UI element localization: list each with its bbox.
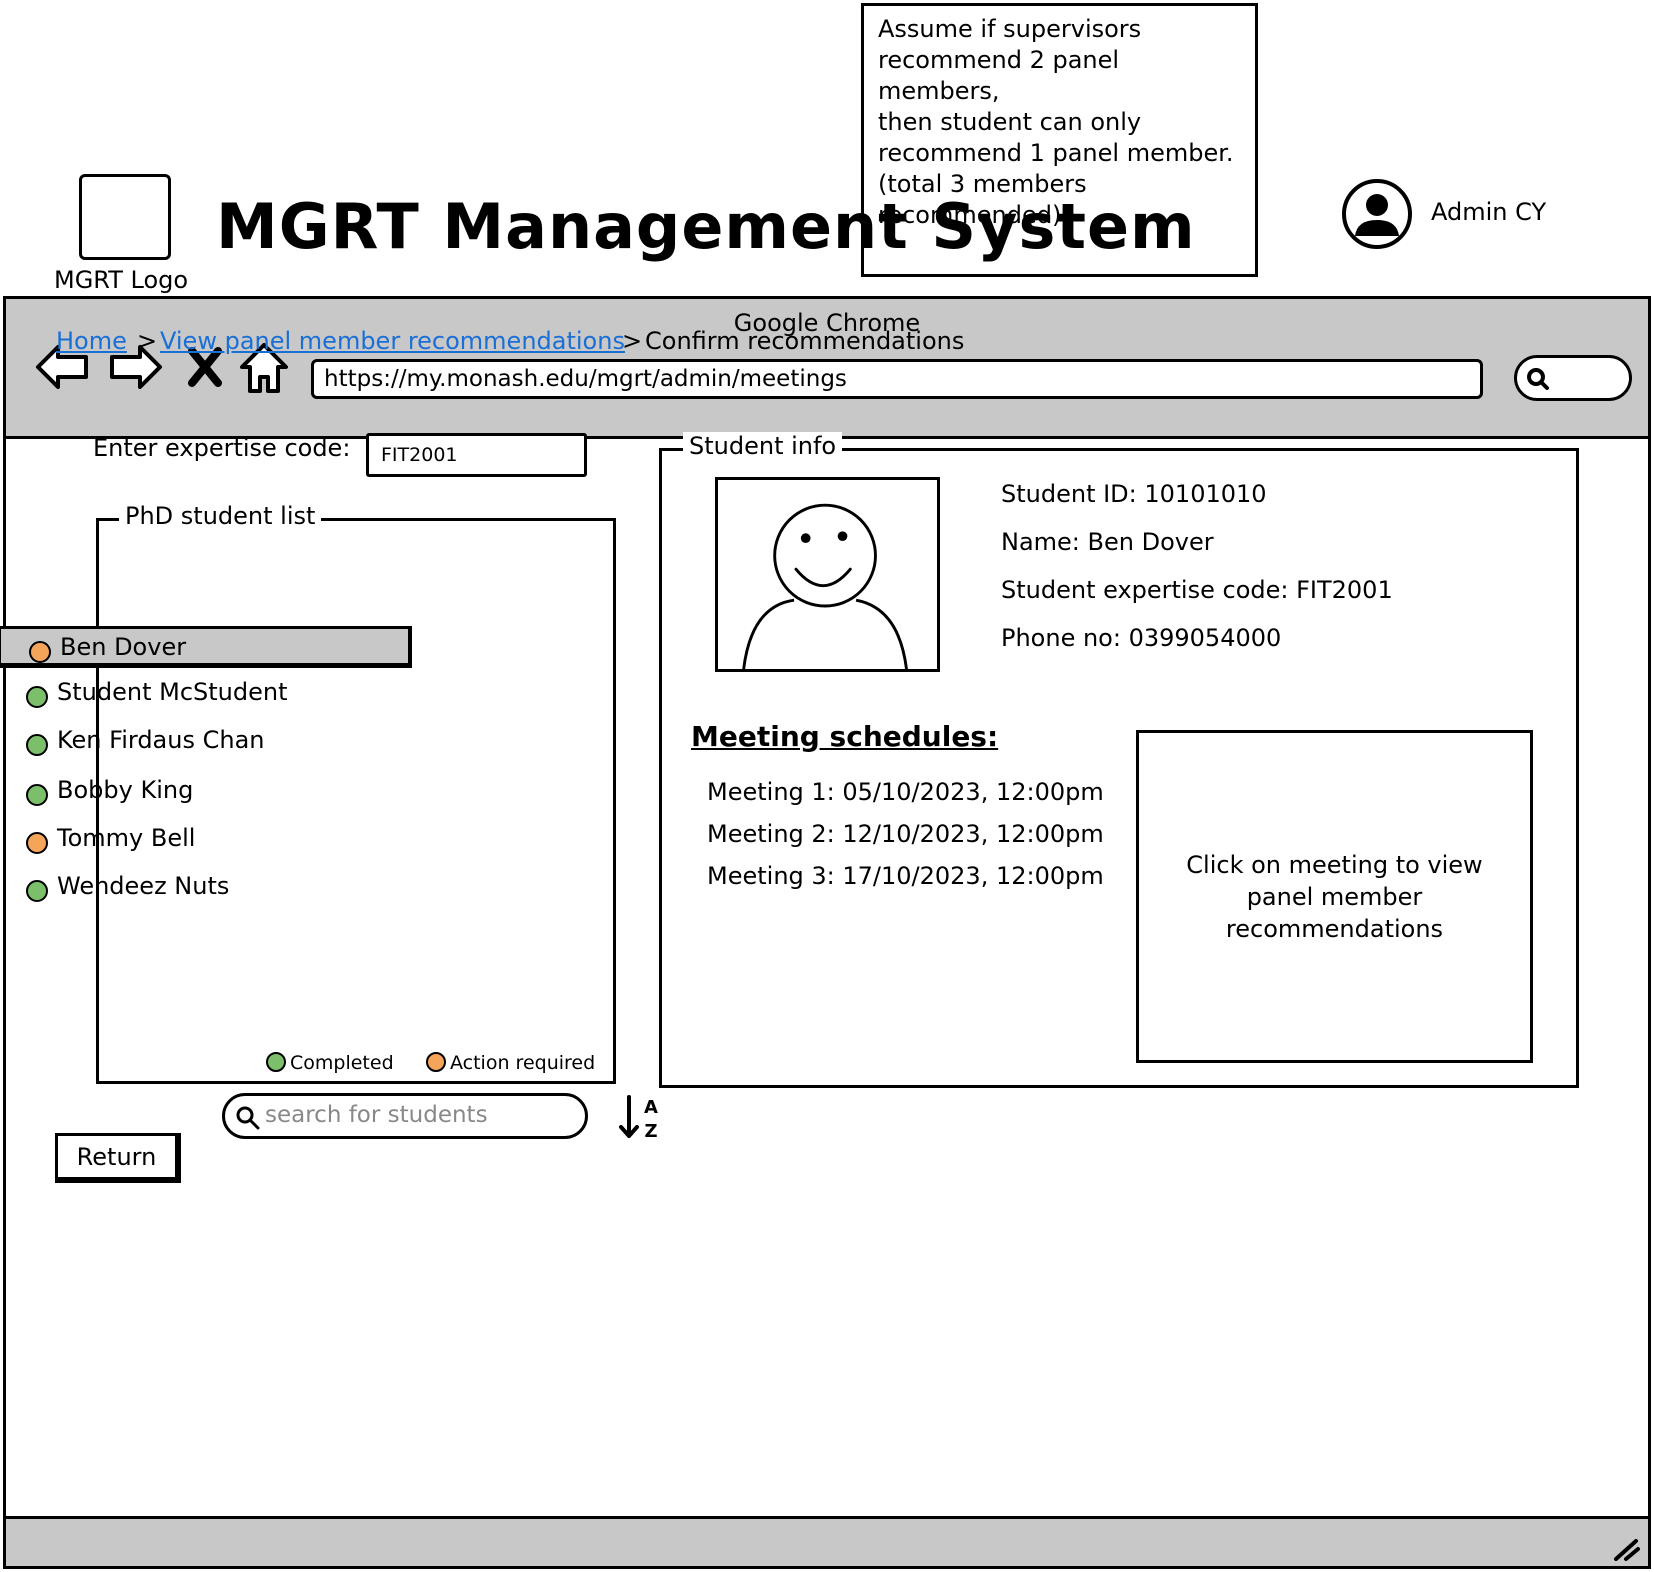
- student-name: Ken Firdaus Chan: [57, 726, 265, 754]
- note-line: recommend 2 panel members,: [878, 46, 1120, 105]
- student-photo-placeholder: [715, 477, 940, 672]
- student-list-legend: PhD student list: [119, 502, 322, 530]
- return-button[interactable]: Return: [55, 1133, 181, 1183]
- breadcrumb-separator: >: [137, 327, 158, 355]
- expertise-code-label: Enter expertise code:: [93, 434, 351, 462]
- completed-status-icon: [26, 734, 48, 756]
- meeting-link-2[interactable]: Meeting 2: 12/10/2023, 12:00pm: [707, 820, 1104, 848]
- student-name-info: Name: Ben Dover: [1001, 528, 1214, 556]
- expertise-code-input[interactable]: FIT2001: [366, 433, 587, 477]
- svg-text:Z: Z: [644, 1121, 657, 1141]
- action-required-status-icon: [26, 832, 48, 854]
- user-name[interactable]: Admin CY: [1431, 198, 1546, 226]
- browser-search-field[interactable]: [1514, 355, 1632, 401]
- note-line: Assume if supervisors: [878, 15, 1142, 43]
- student-name: Bobby King: [57, 776, 194, 804]
- page-title: MGRT Management System: [216, 190, 1196, 263]
- breadcrumb-home-link[interactable]: Home: [56, 327, 127, 355]
- student-row[interactable]: Ken Firdaus Chan: [0, 722, 412, 764]
- completed-key-label: Completed: [290, 1052, 394, 1074]
- completed-status-icon: [266, 1052, 286, 1072]
- note-line: then student can only: [878, 108, 1142, 136]
- browser-toolbar: Google Chrome https://my.monash.edu/mgrt…: [6, 299, 1648, 439]
- breadcrumb-current: Confirm recommendations: [645, 327, 965, 355]
- logo-placeholder: [79, 174, 171, 260]
- completed-status-icon: [26, 686, 48, 708]
- sort-az-icon[interactable]: A Z: [617, 1093, 665, 1141]
- student-row[interactable]: Wendeez Nuts: [0, 868, 412, 910]
- panel-recommendations-box: Click on meeting to view panel member re…: [1136, 730, 1533, 1063]
- student-name: Wendeez Nuts: [57, 872, 230, 900]
- student-name: Student McStudent: [57, 678, 288, 706]
- search-icon: [1527, 368, 1549, 390]
- browser-status-bar: [6, 1516, 1648, 1566]
- resize-handle-icon[interactable]: [1612, 1537, 1642, 1563]
- student-name: Ben Dover: [60, 633, 187, 661]
- action-required-status-icon: [426, 1052, 446, 1072]
- completed-status-icon: [26, 880, 48, 902]
- action-required-key: Action required: [426, 1052, 595, 1074]
- student-row[interactable]: Student McStudent: [0, 674, 412, 716]
- action-required-key-label: Action required: [450, 1052, 596, 1074]
- student-info-legend: Student info: [683, 432, 843, 460]
- student-phone: Phone no: 0399054000: [1001, 624, 1282, 652]
- student-row-selected[interactable]: Ben Dover: [0, 626, 412, 668]
- student-expertise-code: Student expertise code: FIT2001: [1001, 576, 1393, 604]
- address-bar[interactable]: https://my.monash.edu/mgrt/admin/meeting…: [311, 359, 1483, 399]
- meeting-link-3[interactable]: Meeting 3: 17/10/2023, 12:00pm: [707, 862, 1104, 890]
- logo-label: MGRT Logo: [54, 266, 189, 294]
- svg-text:A: A: [644, 1097, 658, 1118]
- user-avatar-icon[interactable]: [1341, 178, 1413, 250]
- breadcrumb-recommendations-link[interactable]: View panel member recommendations: [160, 327, 625, 355]
- completed-key: Completed: [266, 1052, 394, 1074]
- meeting-link-1[interactable]: Meeting 1: 05/10/2023, 12:00pm: [707, 778, 1104, 806]
- breadcrumb-separator: >: [622, 327, 643, 355]
- note-line: recommend 1 panel member.: [878, 139, 1234, 167]
- student-name: Tommy Bell: [57, 824, 196, 852]
- search-icon: [236, 1106, 260, 1130]
- search-placeholder: search for students: [265, 1102, 488, 1128]
- student-id: Student ID: 10101010: [1001, 480, 1267, 508]
- phd-student-list-panel: search for students A Z Ben Dover Studen…: [0, 518, 658, 1141]
- student-row[interactable]: Tommy Bell: [0, 820, 412, 862]
- completed-status-icon: [26, 784, 48, 806]
- student-row[interactable]: Bobby King: [0, 772, 412, 814]
- action-required-status-icon: [29, 641, 51, 663]
- student-search-input[interactable]: search for students: [222, 1093, 588, 1139]
- panel-hint-text: Click on meeting to view panel member re…: [1186, 850, 1483, 943]
- meeting-schedules-heading: Meeting schedules:: [691, 720, 999, 753]
